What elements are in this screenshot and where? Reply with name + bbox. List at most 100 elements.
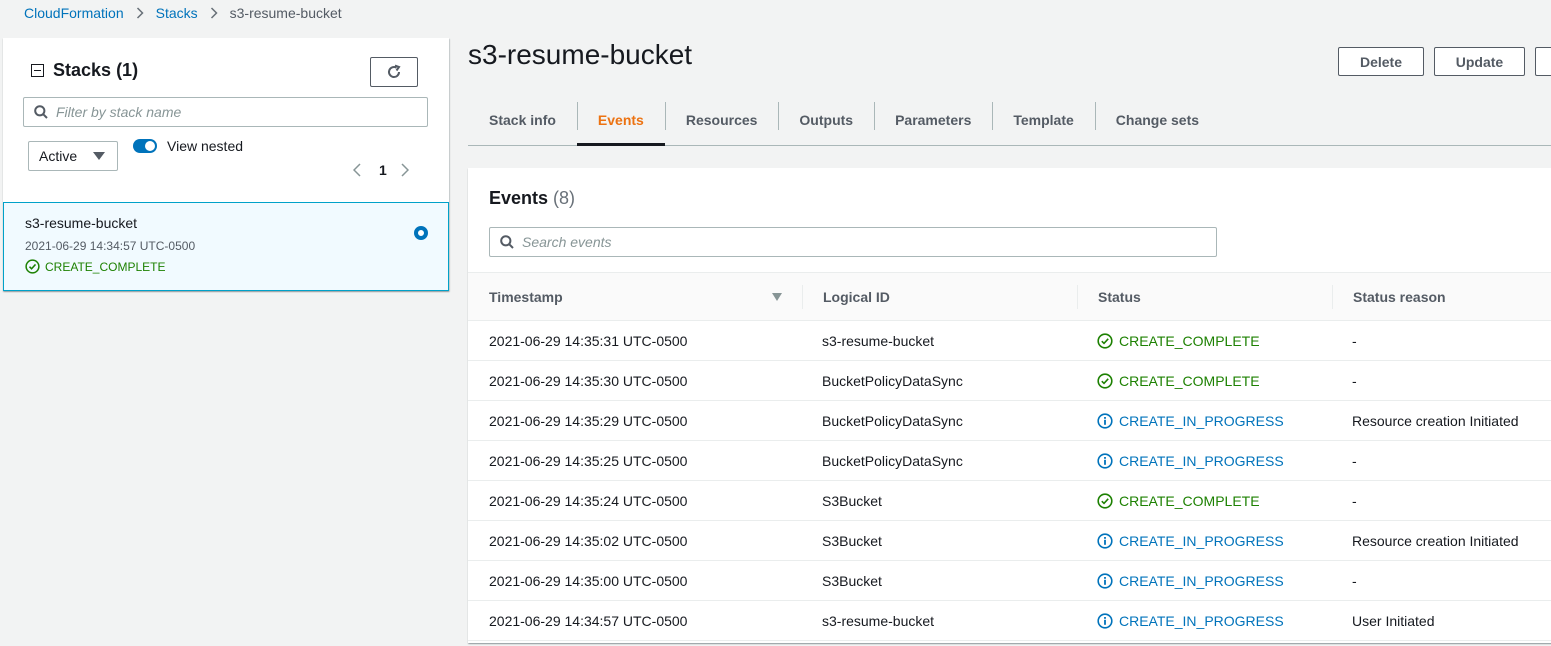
tab-events[interactable]: Events xyxy=(576,96,665,146)
event-status: CREATE_COMPLETE xyxy=(1097,481,1260,521)
refresh-button[interactable] xyxy=(370,57,418,87)
table-row: 2021-06-29 14:34:57 UTC-0500 s3-resume-bu… xyxy=(468,601,1551,641)
table-row: 2021-06-29 14:35:31 UTC-0500 s3-resume-bu… xyxy=(468,321,1551,361)
events-search-input[interactable] xyxy=(522,234,1167,250)
chevron-right-icon[interactable] xyxy=(401,163,409,177)
event-status-reason: - xyxy=(1352,573,1357,589)
table-row: 2021-06-29 14:35:00 UTC-0500 S3Bucket CREA… xyxy=(468,561,1551,601)
refresh-icon xyxy=(388,64,401,78)
event-timestamp: 2021-06-29 14:35:29 UTC-0500 xyxy=(489,413,688,429)
caret-down-icon xyxy=(93,152,105,160)
event-status-text: CREATE_COMPLETE xyxy=(1119,493,1260,509)
event-timestamp: 2021-06-29 14:35:30 UTC-0500 xyxy=(489,373,688,389)
event-timestamp: 2021-06-29 14:34:57 UTC-0500 xyxy=(489,613,688,629)
tab-outputs[interactable]: Outputs xyxy=(778,96,874,144)
event-logical-id: S3Bucket xyxy=(822,493,882,509)
page-title: s3-resume-bucket xyxy=(468,39,693,70)
event-logical-id: S3Bucket xyxy=(822,533,882,549)
event-status-reason: Resource creation Initiated xyxy=(1352,533,1519,549)
column-divider xyxy=(1332,285,1333,309)
collapse-icon[interactable] xyxy=(31,64,44,77)
event-logical-id: BucketPolicyDataSync xyxy=(822,453,963,469)
check-circle-icon xyxy=(1097,493,1113,509)
event-status-text: CREATE_IN_PROGRESS xyxy=(1119,573,1284,589)
sort-descending-icon[interactable] xyxy=(772,293,782,301)
events-table-header: Timestamp Logical ID Status Status reaso… xyxy=(468,272,1551,321)
delete-button[interactable]: Delete xyxy=(1338,47,1424,76)
events-title: Events xyxy=(489,188,549,208)
view-nested-toggle[interactable] xyxy=(133,139,157,153)
column-header-timestamp[interactable]: Timestamp xyxy=(489,273,563,321)
event-status: CREATE_IN_PROGRESS xyxy=(1097,401,1284,441)
chevron-right-icon xyxy=(136,7,144,19)
tab-change-sets[interactable]: Change sets xyxy=(1094,96,1220,144)
table-row: 2021-06-29 14:35:25 UTC-0500 BucketPolicy… xyxy=(468,441,1551,481)
event-timestamp: 2021-06-29 14:35:02 UTC-0500 xyxy=(489,533,688,549)
event-status: CREATE_IN_PROGRESS xyxy=(1097,441,1284,481)
tab-resources[interactable]: Resources xyxy=(664,96,779,144)
events-panel: Events (8) Timestamp Logical ID Status S… xyxy=(468,168,1551,643)
check-circle-icon xyxy=(1097,333,1113,349)
stack-tabs: Stack info Events Resources Outputs Para… xyxy=(468,96,1551,146)
stacks-count: (1) xyxy=(116,60,139,80)
stack-filter-input[interactable] xyxy=(56,104,410,120)
column-header-logical-id[interactable]: Logical ID xyxy=(823,273,890,321)
event-timestamp: 2021-06-29 14:35:00 UTC-0500 xyxy=(489,573,688,589)
tab-stack-info[interactable]: Stack info xyxy=(468,96,577,144)
event-timestamp: 2021-06-29 14:35:25 UTC-0500 xyxy=(489,453,688,469)
info-circle-icon xyxy=(1097,573,1113,589)
stack-filter-field[interactable] xyxy=(23,97,428,127)
stack-name: s3-resume-bucket xyxy=(25,215,138,231)
table-row: 2021-06-29 14:35:29 UTC-0500 BucketPolicy… xyxy=(468,401,1551,441)
table-row: 2021-06-29 14:35:24 UTC-0500 S3Bucket CREA… xyxy=(468,481,1551,521)
table-row: 2021-06-29 14:35:30 UTC-0500 BucketPolicy… xyxy=(468,361,1551,401)
event-status: CREATE_IN_PROGRESS xyxy=(1097,561,1284,601)
table-row: 2021-06-29 14:35:02 UTC-0500 S3Bucket CREA… xyxy=(468,521,1551,561)
events-search-field[interactable] xyxy=(489,227,1217,257)
events-count: (8) xyxy=(553,188,576,208)
tab-parameters[interactable]: Parameters xyxy=(874,96,992,144)
stack-select-radio[interactable] xyxy=(414,226,428,240)
event-status-text: CREATE_IN_PROGRESS xyxy=(1119,413,1284,429)
search-icon xyxy=(34,105,48,119)
event-status-text: CREATE_COMPLETE xyxy=(1119,373,1260,389)
check-circle-icon xyxy=(25,259,40,274)
event-status: CREATE_COMPLETE xyxy=(1097,361,1260,401)
column-header-status[interactable]: Status xyxy=(1098,273,1141,321)
event-status-reason: - xyxy=(1352,333,1357,349)
event-status-text: CREATE_IN_PROGRESS xyxy=(1119,533,1284,549)
breadcrumb-cloudformation-link[interactable]: CloudFormation xyxy=(24,5,124,21)
event-timestamp: 2021-06-29 14:35:24 UTC-0500 xyxy=(489,493,688,509)
stack-list-item[interactable]: s3-resume-bucket 2021-06-29 14:34:57 UTC… xyxy=(3,202,449,291)
column-header-status-reason[interactable]: Status reason xyxy=(1353,273,1446,321)
check-circle-icon xyxy=(1097,373,1113,389)
stacks-panel: Stacks (1) Active View nested 1 s3-resum… xyxy=(3,38,449,291)
event-status-reason: Resource creation Initiated xyxy=(1352,413,1519,429)
event-logical-id: s3-resume-bucket xyxy=(822,333,935,349)
column-divider xyxy=(802,285,803,309)
event-logical-id: BucketPolicyDataSync xyxy=(822,373,963,389)
page-number[interactable]: 1 xyxy=(379,162,387,178)
events-table-body: 2021-06-29 14:35:31 UTC-0500 s3-resume-bu… xyxy=(468,321,1551,641)
event-timestamp: 2021-06-29 14:35:31 UTC-0500 xyxy=(489,333,688,349)
chevron-left-icon[interactable] xyxy=(353,163,361,177)
info-circle-icon xyxy=(1097,453,1113,469)
stacks-title: Stacks xyxy=(53,60,112,80)
tab-template[interactable]: Template xyxy=(992,96,1094,144)
stack-actions-button[interactable] xyxy=(1535,47,1551,76)
breadcrumb-current: s3-resume-bucket xyxy=(229,5,342,21)
event-status: CREATE_IN_PROGRESS xyxy=(1097,601,1284,641)
chevron-right-icon xyxy=(210,7,218,19)
info-circle-icon xyxy=(1097,613,1113,629)
info-circle-icon xyxy=(1097,413,1113,429)
update-button[interactable]: Update xyxy=(1434,47,1525,76)
event-status-reason: - xyxy=(1352,373,1357,389)
breadcrumb-stacks-link[interactable]: Stacks xyxy=(156,5,198,21)
event-status: CREATE_IN_PROGRESS xyxy=(1097,521,1284,561)
view-nested-label: View nested xyxy=(167,138,244,154)
status-filter-select[interactable]: Active xyxy=(28,141,118,171)
event-status-text: CREATE_IN_PROGRESS xyxy=(1119,453,1284,469)
event-logical-id: S3Bucket xyxy=(822,573,882,589)
stack-status: CREATE_COMPLETE xyxy=(25,259,165,274)
column-divider xyxy=(1077,285,1078,309)
